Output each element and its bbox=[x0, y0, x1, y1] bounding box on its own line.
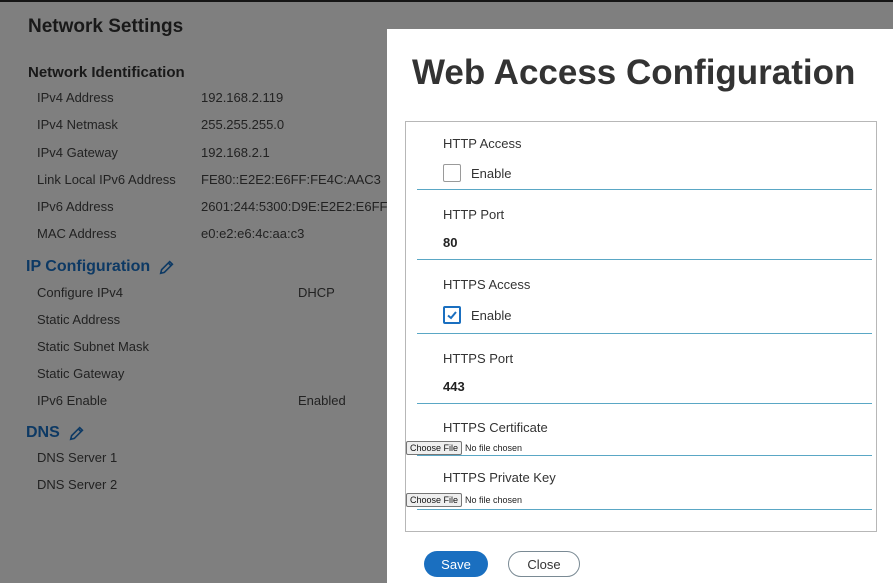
https-access-field: HTTPS Access Enable bbox=[417, 260, 872, 334]
choose-file-button[interactable]: Choose File bbox=[406, 441, 463, 455]
file-status: No file chosen bbox=[465, 443, 523, 453]
http-port-value[interactable]: 80 bbox=[443, 235, 457, 250]
web-access-configuration-dialog: Web Access Configuration HTTP Access Ena… bbox=[387, 29, 893, 583]
https-access-enable-checkbox[interactable]: Enable bbox=[443, 306, 511, 324]
file-status: No file chosen bbox=[465, 495, 523, 505]
https-access-label: HTTPS Access bbox=[443, 277, 531, 292]
http-port-field[interactable]: HTTP Port 80 bbox=[417, 190, 872, 260]
https-certificate-file-input[interactable]: Choose File No file chosen bbox=[406, 441, 522, 455]
save-button[interactable]: Save bbox=[424, 551, 488, 577]
https-port-label: HTTPS Port bbox=[443, 351, 514, 366]
dialog-title: Web Access Configuration bbox=[412, 53, 856, 92]
https-certificate-label: HTTPS Certificate bbox=[443, 420, 548, 435]
http-access-field: HTTP Access Enable bbox=[417, 122, 872, 190]
checkbox-label: Enable bbox=[471, 307, 512, 323]
checkbox-box[interactable] bbox=[443, 164, 461, 182]
checkbox-box[interactable] bbox=[443, 306, 461, 324]
https-private-key-label: HTTPS Private Key bbox=[443, 470, 556, 485]
https-private-key-file-input[interactable]: Choose File No file chosen bbox=[406, 493, 522, 507]
checkmark-icon bbox=[447, 311, 457, 320]
choose-file-button[interactable]: Choose File bbox=[406, 493, 463, 507]
http-access-label: HTTP Access bbox=[443, 136, 522, 151]
checkbox-label: Enable bbox=[471, 165, 512, 181]
close-button[interactable]: Close bbox=[508, 551, 580, 577]
https-port-value[interactable]: 443 bbox=[443, 379, 465, 394]
https-port-field[interactable]: HTTPS Port 443 bbox=[417, 334, 872, 404]
http-port-label: HTTP Port bbox=[443, 207, 505, 222]
http-access-enable-checkbox[interactable]: Enable bbox=[443, 164, 511, 182]
web-access-form: HTTP Access Enable HTTP Port 80 HTTPS Ac… bbox=[405, 121, 877, 532]
